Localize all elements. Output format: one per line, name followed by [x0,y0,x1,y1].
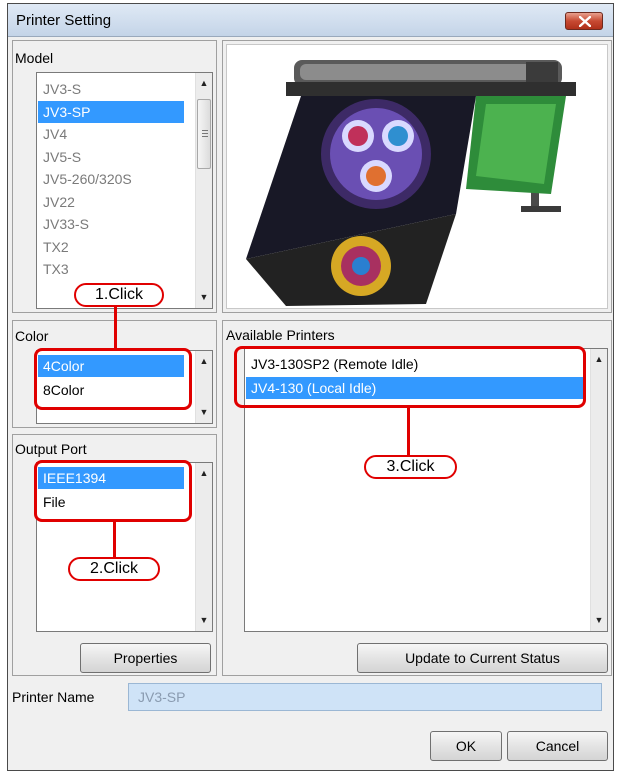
scroll-down-arrow-icon[interactable]: ▼ [591,612,607,629]
window-title: Printer Setting [16,12,112,29]
printer-preview-panel [222,40,612,313]
model-list-item[interactable]: JV33-S [38,213,184,235]
color-label: Color [14,328,50,344]
printer-highlight-box [234,346,586,408]
model-label: Model [14,50,55,66]
update-status-button[interactable]: Update to Current Status [357,643,608,673]
scroll-up-arrow-icon[interactable]: ▲ [196,75,212,92]
model-list-item[interactable]: JV5-S [38,146,184,168]
color-list-scrollbar[interactable]: ▲ ▼ [195,351,212,423]
scroll-down-arrow-icon[interactable]: ▼ [196,289,212,306]
scrollbar-thumb[interactable] [197,99,211,169]
callout-step3: 3.Click [364,455,457,479]
close-button[interactable] [565,12,603,30]
close-icon [579,16,591,27]
available-printers-scrollbar[interactable]: ▲ ▼ [590,349,607,631]
model-list-item[interactable]: TX2 [38,236,184,258]
callout-line-1 [114,304,117,350]
callout-step1: 1.Click [74,283,164,307]
scroll-up-arrow-icon[interactable]: ▲ [591,351,607,368]
model-list-item[interactable]: TX3 [38,258,184,280]
callout-line-3 [407,406,410,456]
model-list-item[interactable]: JV5-260/320S [38,168,184,190]
scroll-down-arrow-icon[interactable]: ▼ [196,612,212,629]
cancel-button[interactable]: Cancel [507,731,608,761]
model-list-item[interactable]: JV4 [38,123,184,145]
scroll-down-arrow-icon[interactable]: ▼ [196,404,212,421]
output-port-list-scrollbar[interactable]: ▲ ▼ [195,463,212,631]
model-list-scrollbar[interactable]: ▲ ▼ [195,73,212,308]
port-highlight-box [34,460,192,522]
model-list-item[interactable]: JV3-S [38,78,184,100]
callout-line-2 [113,520,116,560]
output-port-label: Output Port [14,441,88,457]
model-list-item[interactable]: JV22 [38,191,184,213]
ok-button[interactable]: OK [430,731,502,761]
scroll-up-arrow-icon[interactable]: ▲ [196,353,212,370]
properties-button[interactable]: Properties [80,643,211,673]
printer-name-label: Printer Name [12,689,95,705]
model-list-item[interactable]: JV3-SP [38,100,184,123]
color-highlight-box [34,348,192,410]
model-list[interactable]: JV3-S JV3-SP JV4 JV5-S JV5-260/320S JV22 JV33-… [36,72,213,309]
printer-image [246,60,576,306]
title-bar: Printer Setting [8,4,613,37]
available-printers-label: Available Printers [225,327,336,343]
callout-step2: 2.Click [68,557,160,581]
printer-name-field[interactable]: JV3-SP [128,683,602,711]
scroll-up-arrow-icon[interactable]: ▲ [196,465,212,482]
